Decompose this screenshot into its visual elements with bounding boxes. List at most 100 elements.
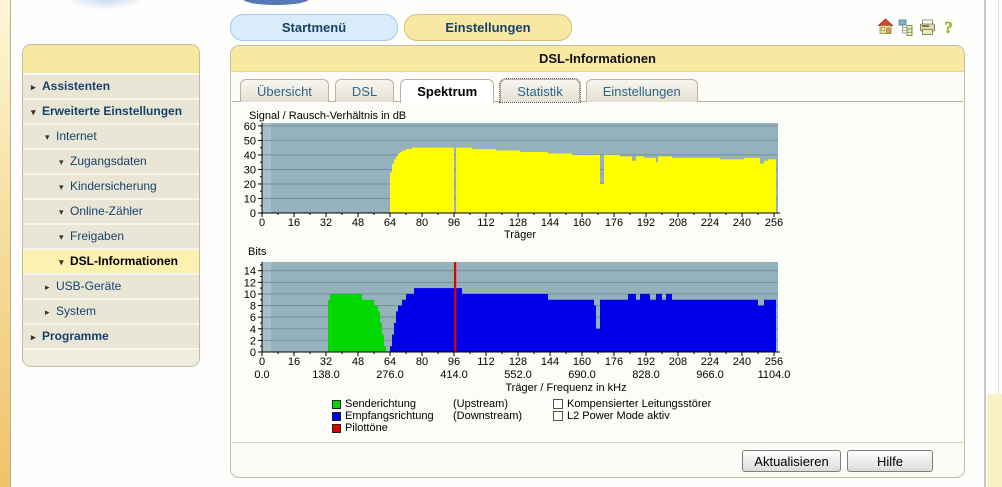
chart-legend: Senderichtung (Upstream) Kompensierter Lei… — [332, 398, 952, 434]
sitemap-icon[interactable] — [898, 18, 915, 36]
legend-swatch — [332, 400, 341, 409]
svg-text:30: 30 — [244, 164, 256, 176]
svg-text:64: 64 — [384, 356, 396, 368]
legend-row: Senderichtung (Upstream) Kompensierter Lei… — [332, 398, 952, 410]
svg-text:138.0: 138.0 — [312, 369, 340, 381]
svg-text:128: 128 — [509, 217, 527, 229]
legend-swatch — [332, 412, 341, 421]
legend-direction-label: (Upstream) — [453, 398, 553, 410]
home-icon[interactable] — [877, 18, 894, 36]
sidebar-item-5[interactable]: ▾Online-Zähler — [23, 200, 199, 225]
svg-text:690.0: 690.0 — [568, 369, 596, 381]
sidebar-header — [23, 45, 199, 75]
sidebar-item-label: System — [56, 304, 96, 318]
svg-text:208: 208 — [669, 356, 687, 368]
svg-text:192: 192 — [637, 217, 655, 229]
svg-text:96: 96 — [448, 356, 460, 368]
svg-text:10: 10 — [244, 193, 256, 205]
sidebar-item-6[interactable]: ▾Freigaben — [23, 225, 199, 250]
svg-text:96: 96 — [448, 217, 460, 229]
svg-text:240: 240 — [733, 356, 751, 368]
chevron-right-icon: ▸ — [31, 76, 42, 99]
chevron-right-icon: ▸ — [45, 276, 56, 299]
help-button[interactable]: Hilfe — [847, 450, 933, 472]
svg-text:144: 144 — [541, 217, 559, 229]
page-edge-line — [984, 0, 986, 487]
sidebar-item-0[interactable]: ▸Assistenten — [23, 75, 199, 100]
sidebar-item-7[interactable]: ▾DSL-Informationen — [23, 250, 199, 275]
legend-label: Senderichtung — [345, 398, 416, 410]
chevron-down-icon: ▾ — [31, 101, 42, 124]
svg-text:Träger: Träger — [504, 229, 536, 241]
status-checkbox-label: Kompensierter Leitungsstörer — [567, 398, 711, 410]
svg-text:112: 112 — [477, 356, 495, 368]
tab-dsl[interactable]: DSL — [335, 79, 394, 102]
svg-text:112: 112 — [477, 217, 495, 229]
sidebar-item-4[interactable]: ▾Kindersicherung — [23, 175, 199, 200]
status-checkbox[interactable] — [553, 411, 563, 421]
svg-text:14: 14 — [244, 266, 256, 278]
tab-spektrum[interactable]: Spektrum — [400, 79, 494, 103]
svg-text:552.0: 552.0 — [504, 369, 532, 381]
svg-text:60: 60 — [244, 121, 256, 133]
page-edge-line-2 — [998, 0, 999, 394]
sidebar-item-label: Erweiterte Einstellungen — [42, 104, 182, 118]
svg-text:276.0: 276.0 — [376, 369, 404, 381]
svg-text:80: 80 — [416, 217, 428, 229]
tab-statistik[interactable]: Statistik — [500, 79, 580, 102]
svg-text:176: 176 — [605, 356, 623, 368]
status-checkbox[interactable] — [553, 399, 563, 409]
sidebar-item-label: Programme — [42, 329, 109, 343]
startmenu-button[interactable]: Startmenü — [230, 14, 398, 41]
sidebar-item-label: Assistenten — [42, 79, 110, 93]
svg-text:208: 208 — [669, 217, 687, 229]
sidebar-item-8[interactable]: ▸USB-Geräte — [23, 275, 199, 300]
status-checkbox-label: L2 Power Mode aktiv — [567, 410, 670, 422]
sidebar-item-2[interactable]: ▾Internet — [23, 125, 199, 150]
svg-text:0: 0 — [250, 347, 256, 359]
sidebar-item-9[interactable]: ▸System — [23, 300, 199, 325]
svg-text:16: 16 — [288, 217, 300, 229]
bits-chart: 0246810121401632486480961121281441601761… — [236, 258, 796, 396]
sidebar-item-3[interactable]: ▾Zugangsdaten — [23, 150, 199, 175]
sidebar-item-1[interactable]: ▾Erweiterte Einstellungen — [23, 100, 199, 125]
logo-fragment-dark — [243, 0, 309, 5]
print-icon[interactable] — [919, 18, 936, 36]
left-accent-strip — [0, 0, 11, 487]
legend-label: Empfangsrichtung — [345, 410, 434, 422]
refresh-button[interactable]: Aktualisieren — [742, 450, 841, 472]
svg-text:50: 50 — [244, 135, 256, 147]
svg-text:192: 192 — [637, 356, 655, 368]
chevron-right-icon: ▸ — [31, 326, 42, 349]
svg-text:16: 16 — [288, 356, 300, 368]
svg-text:256: 256 — [765, 217, 783, 229]
svg-text:32: 32 — [320, 356, 332, 368]
svg-text:Träger / Frequenz in kHz: Träger / Frequenz in kHz — [505, 382, 626, 394]
sidebar-item-label: Freigaben — [70, 229, 124, 243]
sidebar-item-10[interactable]: ▸Programme — [23, 325, 199, 350]
einstellungen-button[interactable]: Einstellungen — [404, 14, 572, 41]
help-icon[interactable]: ? — [940, 18, 957, 36]
sidebar-footer — [23, 350, 199, 366]
tab-bersicht[interactable]: Übersicht — [240, 79, 329, 102]
legend-label: Pilottöne — [345, 422, 388, 434]
svg-text:4: 4 — [250, 324, 256, 336]
chevron-down-icon: ▾ — [59, 201, 70, 224]
svg-text:10: 10 — [244, 289, 256, 301]
svg-text:32: 32 — [320, 217, 332, 229]
fritzbox-page: Startmenü Einstellungen — [0, 0, 1002, 487]
tab-einstellungen[interactable]: Einstellungen — [586, 79, 698, 102]
legend-direction-label: (Downstream) — [453, 410, 553, 422]
svg-text:224: 224 — [701, 356, 719, 368]
svg-text:240: 240 — [733, 217, 751, 229]
svg-text:48: 48 — [352, 217, 364, 229]
snr-chart: 0102030405060016324864809611212814416017… — [236, 121, 796, 241]
svg-text:1104.0: 1104.0 — [758, 369, 791, 381]
chevron-down-icon: ▾ — [59, 251, 70, 274]
sidebar-item-label: Online-Zähler — [70, 204, 143, 218]
svg-text:0.0: 0.0 — [254, 369, 269, 381]
svg-text:256: 256 — [765, 356, 783, 368]
page-title: DSL-Informationen — [231, 46, 964, 72]
svg-text:?: ? — [944, 18, 953, 36]
chevron-down-icon: ▾ — [59, 176, 70, 199]
